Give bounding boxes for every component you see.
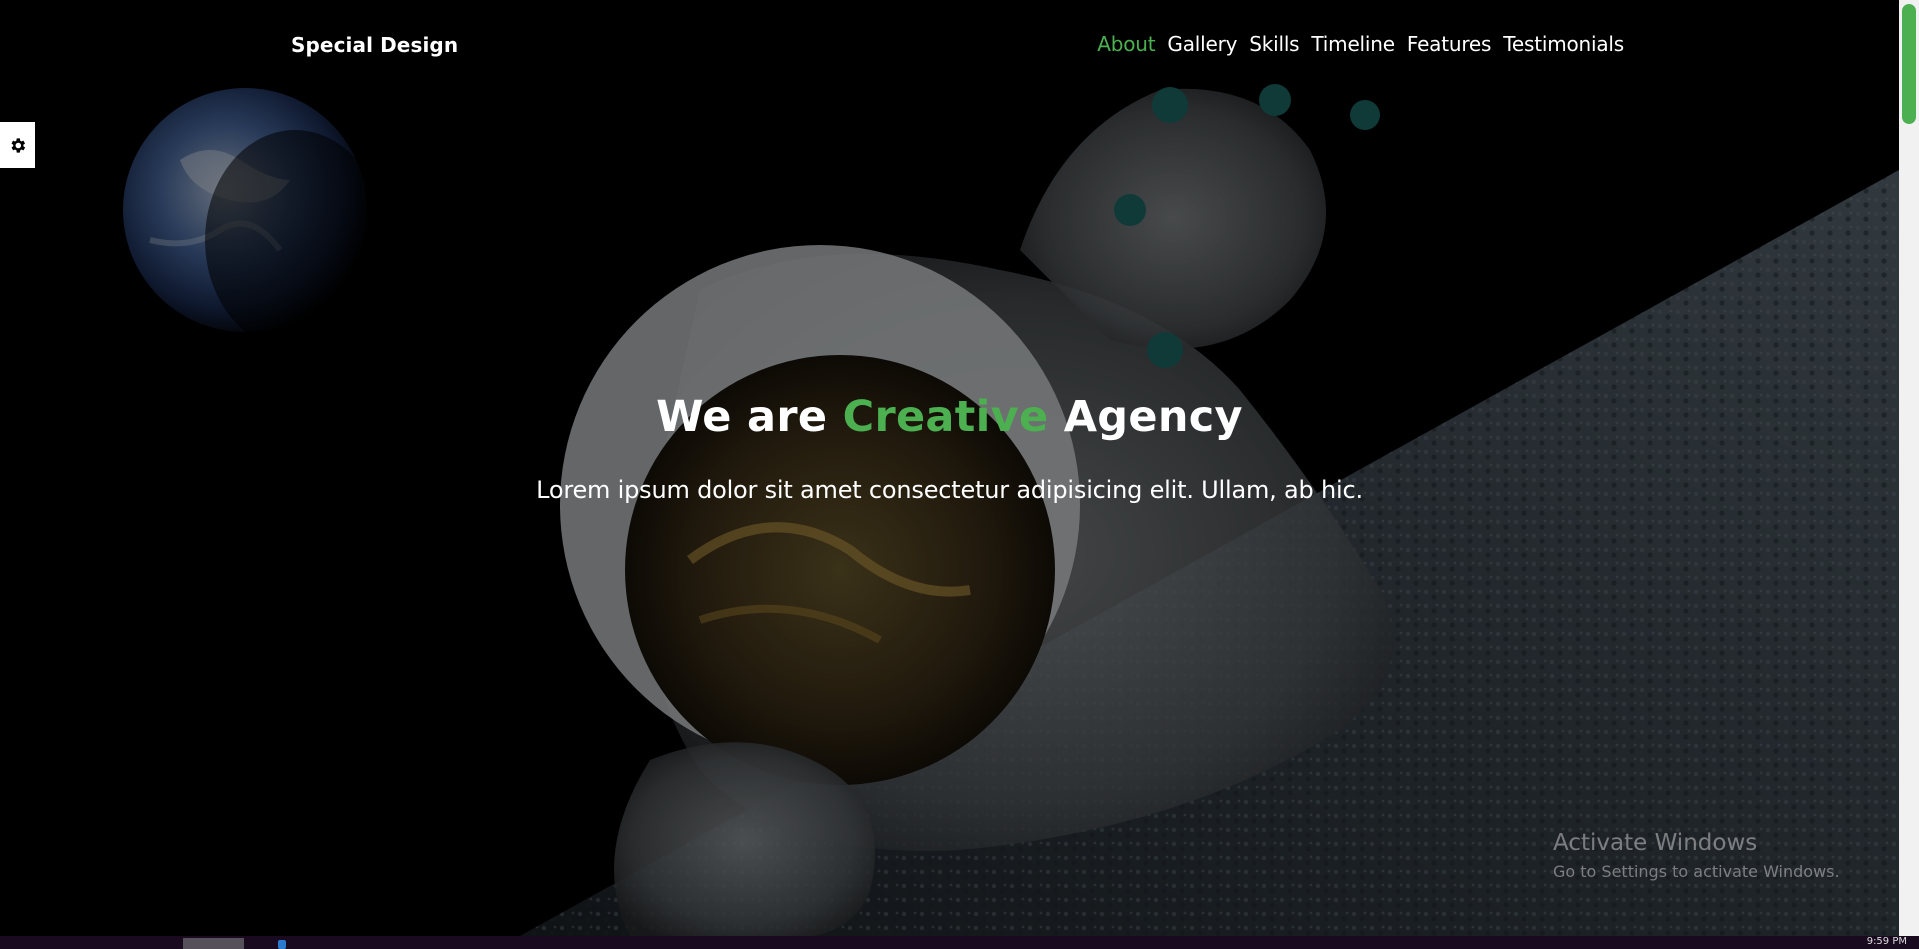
nav-link-skills[interactable]: Skills — [1249, 32, 1299, 56]
watermark-title: Activate Windows — [1553, 830, 1758, 856]
intro-title-after: Agency — [1048, 392, 1243, 442]
hero-section: Special Design About Gallery Skills Time… — [0, 0, 1899, 936]
gear-icon — [11, 137, 26, 153]
taskbar-app-item[interactable] — [183, 938, 244, 949]
intro-title: We are Creative Agency — [0, 392, 1899, 442]
nav-link-gallery[interactable]: Gallery — [1167, 32, 1237, 56]
taskbar-clock: 9:59 PM — [1866, 936, 1907, 947]
nav-link-timeline[interactable]: Timeline — [1311, 32, 1395, 56]
main-nav: About Gallery Skills Timeline Features T… — [1097, 32, 1624, 56]
nav-link-testimonials[interactable]: Testimonials — [1503, 32, 1624, 56]
nav-link-features[interactable]: Features — [1407, 32, 1492, 56]
windows-activation-watermark: Activate Windows Go to Settings to activ… — [1553, 830, 1840, 881]
site-header: Special Design About Gallery Skills Time… — [0, 0, 1899, 92]
intro-subtitle: Lorem ipsum dolor sit amet consectetur a… — [536, 476, 1363, 504]
os-taskbar: 9:59 PM — [0, 936, 1919, 949]
watermark-subtitle: Go to Settings to activate Windows. — [1553, 862, 1840, 881]
taskbar-app-icon[interactable] — [278, 940, 286, 949]
page-scrollbar-thumb[interactable] — [1902, 4, 1916, 124]
nav-link-about[interactable]: About — [1097, 32, 1155, 56]
intro-content: We are Creative Agency Lorem ipsum dolor… — [0, 392, 1899, 504]
logo[interactable]: Special Design — [291, 33, 458, 57]
settings-toggle-button[interactable] — [0, 122, 35, 168]
page-scrollbar[interactable] — [1899, 0, 1919, 936]
intro-title-accent: Creative — [842, 392, 1049, 442]
intro-title-before: We are — [656, 392, 843, 442]
